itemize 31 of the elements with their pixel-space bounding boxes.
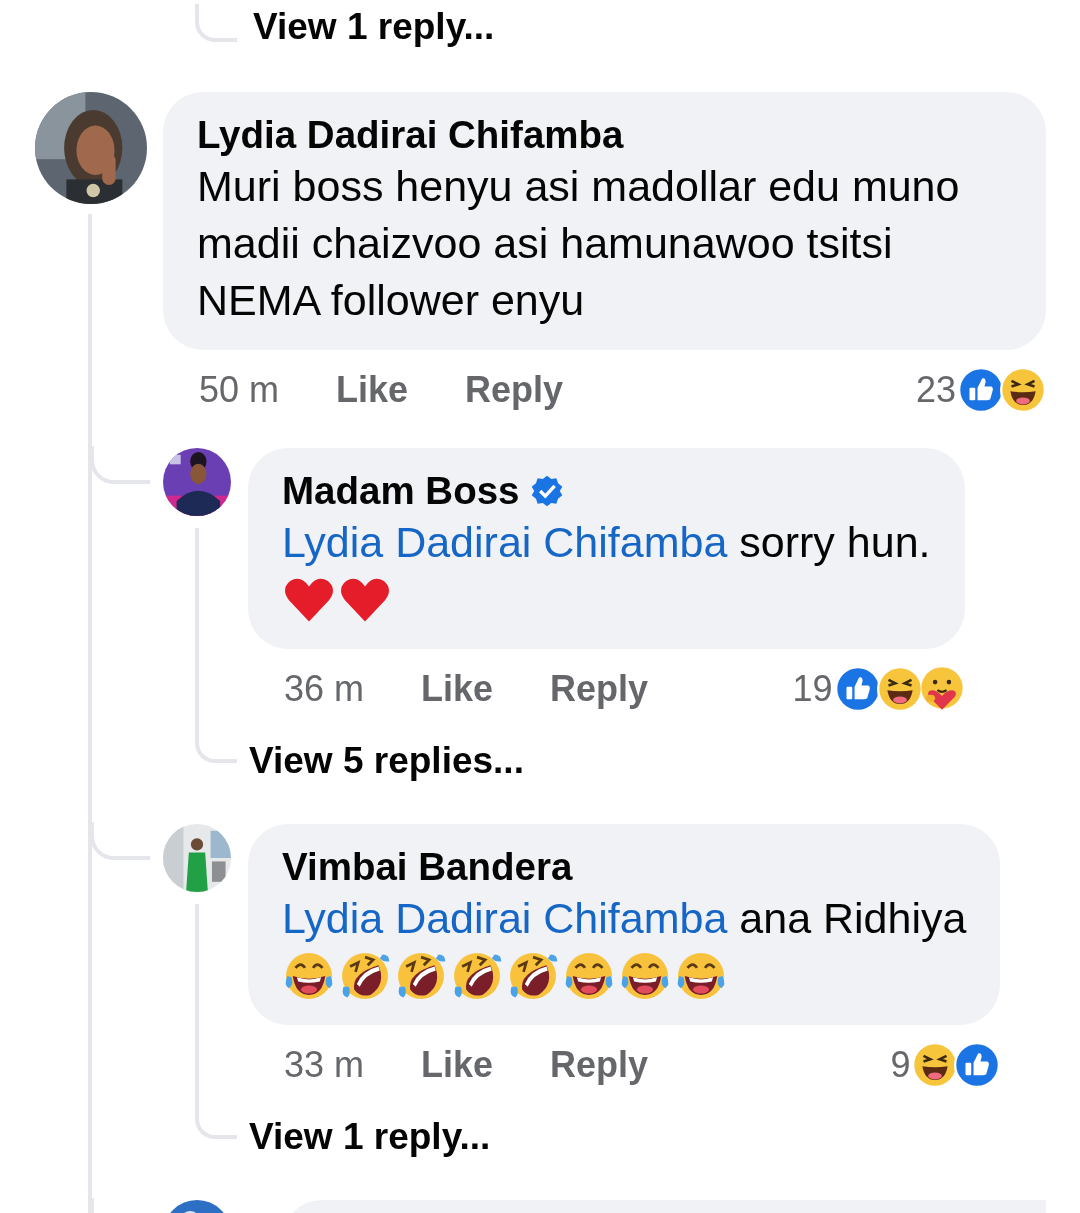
- comment-text: Lydia Dadirai Chifamba ana Ridhiya: [282, 893, 967, 944]
- comment-text: Lydia Dadirai Chifamba sorry hun.: [282, 517, 931, 568]
- author-name: Vimbai Bandera: [282, 844, 573, 890]
- hugging-heart-face-icon: [918, 666, 965, 712]
- view-replies-link[interactable]: View 1 reply...: [249, 1114, 1046, 1160]
- like-button[interactable]: Like: [336, 369, 409, 411]
- view-replies-link[interactable]: View 5 replies...: [249, 738, 1046, 784]
- author-name: Madam Boss: [282, 468, 520, 514]
- comment-time: 36 m: [284, 668, 365, 710]
- reaction-count: 23: [915, 369, 956, 411]
- reaction-count: 19: [792, 668, 833, 710]
- comment-text: Muri boss henyu asi madollar edu muno madii chaizvoo asi hamunawoo tsitsi NEMA follower enyu: [197, 161, 961, 326]
- like-button[interactable]: Like: [421, 668, 494, 710]
- verified-badge-icon: [529, 474, 564, 508]
- like-icon: [958, 367, 1004, 413]
- view-replies-link[interactable]: View 1 reply...: [253, 4, 495, 50]
- like-button[interactable]: Like: [421, 1044, 494, 1086]
- reply-button[interactable]: Reply: [550, 1044, 649, 1086]
- like-icon: [954, 1042, 1001, 1088]
- mention-link[interactable]: Lydia Dadirai Chifamba: [282, 518, 728, 566]
- comment-time: 50 m: [199, 369, 280, 411]
- reply-button[interactable]: Reply: [465, 369, 564, 411]
- like-icon: [834, 666, 881, 712]
- laughing-face-icon: [1000, 367, 1046, 413]
- laughing-face-icon: [876, 666, 923, 712]
- thread-connector: [195, 4, 237, 42]
- comment-time: 33 m: [284, 1044, 365, 1086]
- author-name: Lydia Dadirai Chifamba: [197, 112, 624, 158]
- reply-button[interactable]: Reply: [550, 668, 649, 710]
- mention-link[interactable]: Lydia Dadirai Chifamba: [282, 894, 728, 942]
- reaction-count: 9: [890, 1044, 911, 1086]
